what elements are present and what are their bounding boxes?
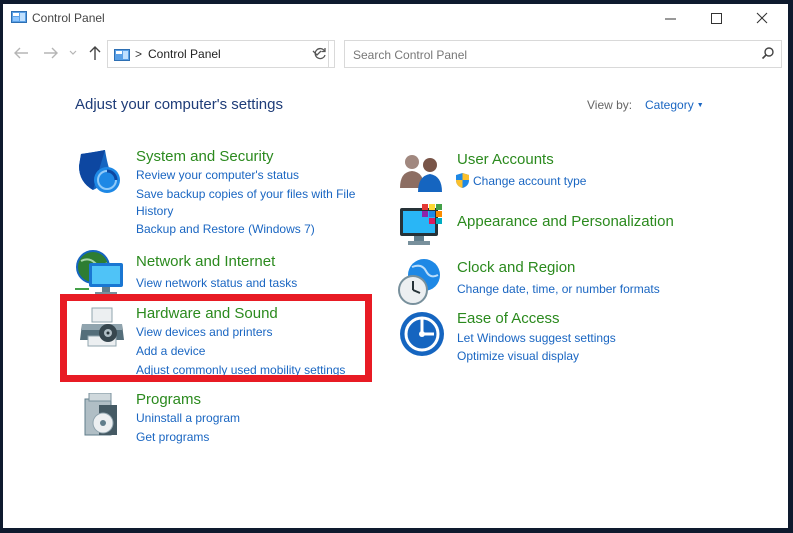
- title-bar: Control Panel: [3, 4, 788, 34]
- link-backup-and-restore[interactable]: Backup and Restore (Windows 7): [136, 221, 315, 238]
- view-by-dropdown[interactable]: Category ▼: [645, 98, 704, 112]
- minimize-button[interactable]: [649, 4, 691, 32]
- chevron-down-icon[interactable]: [69, 50, 77, 56]
- category-title-user-accounts[interactable]: User Accounts: [457, 151, 554, 168]
- breadcrumb-separator[interactable]: >: [135, 47, 142, 61]
- category-title-programs[interactable]: Programs: [136, 391, 201, 408]
- view-by-chevron-icon: ▼: [696, 102, 704, 109]
- category-title-ease-of-access[interactable]: Ease of Access: [457, 310, 560, 327]
- page-title: Adjust your computer's settings: [75, 96, 283, 113]
- window-title: Control Panel: [32, 11, 105, 25]
- view-by-label: View by:: [587, 98, 633, 112]
- refresh-button[interactable]: [305, 40, 335, 68]
- search-box[interactable]: [344, 40, 782, 68]
- uac-shield-icon: [456, 173, 469, 188]
- minimize-icon: [664, 18, 676, 19]
- view-by-value: Category: [645, 98, 694, 112]
- clock-globe-icon: [398, 259, 440, 305]
- highlight-annotation-box: [60, 294, 372, 382]
- link-optimize-visual-display[interactable]: Optimize visual display: [457, 348, 579, 365]
- refresh-icon: [314, 47, 326, 60]
- link-let-windows-suggest-settings[interactable]: Let Windows suggest settings: [457, 330, 616, 347]
- address-bar[interactable]: > Control Panel: [107, 40, 329, 68]
- maximize-icon: [710, 12, 722, 24]
- control-panel-location-icon: [114, 49, 130, 61]
- link-review-computer-status[interactable]: Review your computer's status: [136, 167, 299, 184]
- close-icon: [756, 12, 768, 24]
- monitor-palette-icon: [400, 204, 442, 245]
- link-view-network-status[interactable]: View network status and tasks: [136, 275, 297, 292]
- category-title-appearance-and-personalization[interactable]: Appearance and Personalization: [457, 213, 674, 230]
- programs-disc-icon: [84, 393, 117, 436]
- up-arrow-icon[interactable]: [88, 45, 102, 61]
- link-uninstall-a-program[interactable]: Uninstall a program: [136, 410, 240, 427]
- users-icon: [400, 155, 442, 192]
- maximize-button[interactable]: [695, 4, 737, 32]
- control-panel-app-icon: [11, 11, 27, 23]
- link-get-programs[interactable]: Get programs: [136, 429, 209, 446]
- search-input[interactable]: [351, 45, 755, 65]
- control-panel-window: Control Panel > Control Panel Search Con…: [3, 4, 788, 528]
- shield-icon: [79, 150, 120, 193]
- link-change-account-type[interactable]: Change account type: [473, 173, 586, 190]
- close-button[interactable]: [741, 4, 783, 32]
- back-arrow-icon[interactable]: [13, 46, 29, 60]
- ease-of-access-icon: [400, 312, 444, 356]
- link-save-backup-copies-history[interactable]: History: [136, 203, 173, 220]
- forward-arrow-icon[interactable]: [43, 46, 59, 60]
- network-globe-icon: [75, 250, 123, 295]
- link-change-date-time-formats[interactable]: Change date, time, or number formats: [457, 281, 660, 298]
- navigation-bar: > Control Panel: [3, 37, 788, 71]
- breadcrumb-control-panel[interactable]: Control Panel: [148, 47, 221, 61]
- search-icon[interactable]: [761, 46, 775, 60]
- link-save-backup-copies[interactable]: Save backup copies of your files with Fi…: [136, 186, 355, 203]
- category-title-system-and-security[interactable]: System and Security: [136, 148, 274, 165]
- category-title-network-and-internet[interactable]: Network and Internet: [136, 253, 275, 270]
- category-title-clock-and-region[interactable]: Clock and Region: [457, 259, 575, 276]
